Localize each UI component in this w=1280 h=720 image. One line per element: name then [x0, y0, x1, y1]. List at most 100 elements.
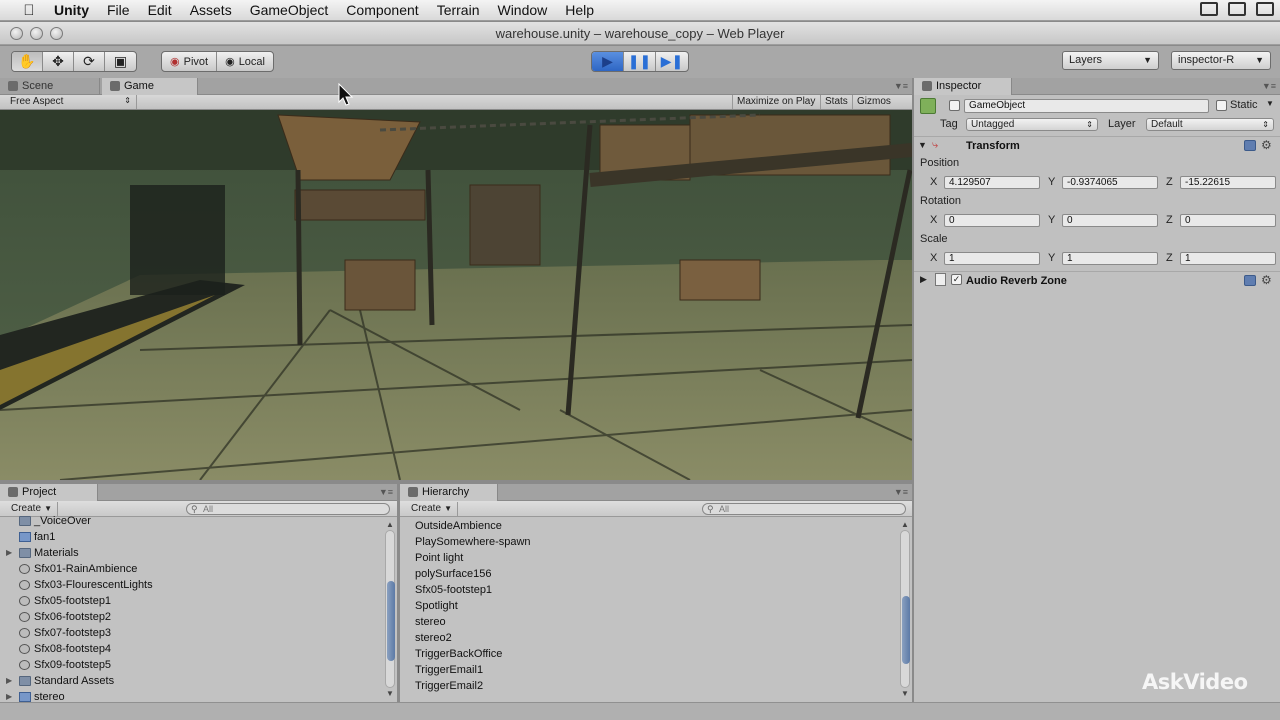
scale-y-field[interactable]: 1 — [1062, 252, 1158, 265]
scroll-thumb[interactable] — [902, 596, 910, 664]
stats-toggle[interactable]: Stats — [820, 95, 852, 109]
hierarchy-item[interactable]: Sfx05-footstep1 — [400, 582, 898, 598]
hierarchy-item[interactable]: TriggerEmail2 — [400, 678, 898, 694]
project-item[interactable]: ▶ Standard Assets — [0, 673, 383, 689]
scroll-track[interactable] — [385, 530, 395, 688]
move-tool-button[interactable]: ✥ — [43, 52, 74, 71]
rotate-tool-button[interactable]: ⟳ — [74, 52, 105, 71]
gear-icon[interactable]: ⚙ — [1261, 138, 1272, 152]
menu-assets[interactable]: Assets — [181, 0, 241, 21]
step-button[interactable]: ▶❚ — [656, 52, 688, 71]
project-item[interactable]: Sfx06-footstep2 — [0, 609, 383, 625]
menu-help[interactable]: Help — [556, 0, 603, 21]
project-item[interactable]: fan1 — [0, 529, 383, 545]
fold-right-icon[interactable]: ▶ — [920, 274, 927, 285]
help-book-icon[interactable] — [1244, 275, 1256, 286]
project-item[interactable]: Sfx03-FlourescentLights — [0, 577, 383, 593]
menu-window[interactable]: Window — [488, 0, 556, 21]
menu-edit[interactable]: Edit — [139, 0, 181, 21]
hierarchy-item[interactable]: PlaySomewhere-spawn — [400, 534, 898, 550]
menu-gameobject[interactable]: GameObject — [241, 0, 338, 21]
gear-icon[interactable]: ⚙ — [1261, 273, 1272, 287]
screen-icon[interactable] — [1200, 2, 1218, 16]
hierarchy-item[interactable]: Point light — [400, 550, 898, 566]
chevron-down-icon[interactable]: ▼ — [1266, 99, 1274, 108]
hierarchy-item[interactable]: polySurface156 — [400, 566, 898, 582]
rotation-y-field[interactable]: 0 — [1062, 214, 1158, 227]
display-icon[interactable] — [1256, 2, 1274, 16]
scroll-thumb[interactable] — [387, 581, 395, 661]
audio-reverb-header[interactable]: ▶ ✓ Audio Reverb Zone ⚙ — [914, 271, 1280, 289]
panel-menu-icon[interactable]: ▼≡ — [894, 487, 908, 497]
apple-icon[interactable]:  — [20, 2, 38, 19]
scroll-down-icon[interactable]: ▼ — [900, 689, 910, 698]
transform-header[interactable]: ▼ ⤷ Transform ⚙ — [914, 136, 1280, 154]
project-item[interactable]: Sfx08-footstep4 — [0, 641, 383, 657]
hierarchy-item[interactable]: TriggerEmail1 — [400, 662, 898, 678]
project-item[interactable]: _VoiceOver — [0, 513, 383, 529]
help-book-icon[interactable] — [1244, 140, 1256, 151]
maximize-on-play-toggle[interactable]: Maximize on Play — [732, 95, 819, 109]
hierarchy-create-dropdown[interactable]: Create ▼ — [404, 502, 459, 516]
play-button[interactable]: ▶ — [592, 52, 624, 71]
project-item[interactable]: Sfx01-RainAmbience — [0, 561, 383, 577]
tab-hierarchy[interactable]: Hierarchy — [400, 484, 498, 501]
pivot-button[interactable]: ◉ Pivot — [162, 52, 218, 71]
fold-right-icon[interactable]: ▶ — [6, 545, 12, 561]
gameobject-active-checkbox[interactable] — [949, 100, 960, 111]
hierarchy-item[interactable]: OutsideAmbience — [400, 518, 898, 534]
scale-z-field[interactable]: 1 — [1180, 252, 1276, 265]
rotation-z-field[interactable]: 0 — [1180, 214, 1276, 227]
tab-project[interactable]: Project — [0, 484, 98, 501]
camera-icon[interactable] — [1228, 2, 1246, 16]
fold-down-icon[interactable]: ▼ — [918, 140, 927, 150]
hand-tool-button[interactable]: ✋ — [12, 52, 43, 71]
project-scrollbar[interactable]: ▲ ▼ — [385, 520, 395, 698]
hierarchy-scrollbar[interactable]: ▲ ▼ — [900, 520, 910, 698]
tab-game[interactable]: Game — [102, 78, 198, 95]
game-viewport[interactable] — [0, 110, 912, 480]
hierarchy-item[interactable]: stereo2 — [400, 630, 898, 646]
local-button[interactable]: ◉ Local — [217, 52, 273, 71]
aspect-dropdown[interactable]: Free Aspect ⇕ — [0, 95, 137, 109]
project-item[interactable]: Sfx09-footstep5 — [0, 657, 383, 673]
scale-x-field[interactable]: 1 — [944, 252, 1040, 265]
panel-menu-icon[interactable]: ▼≡ — [379, 487, 393, 497]
project-item[interactable]: Sfx07-footstep3 — [0, 625, 383, 641]
project-item[interactable]: ▶ Materials — [0, 545, 383, 561]
hierarchy-item[interactable]: stereo — [400, 614, 898, 630]
scroll-up-icon[interactable]: ▲ — [900, 520, 910, 529]
pause-button[interactable]: ❚❚ — [624, 52, 656, 71]
position-x-field[interactable]: 4.129507 — [944, 176, 1040, 189]
fold-right-icon[interactable]: ▶ — [6, 673, 12, 689]
layout-dropdown[interactable]: inspector-R ▼ — [1171, 51, 1271, 70]
panel-menu-icon[interactable]: ▼≡ — [1262, 81, 1276, 91]
menu-component[interactable]: Component — [337, 0, 427, 21]
gameobject-name-field[interactable]: GameObject — [964, 99, 1209, 113]
rotation-x-field[interactable]: 0 — [944, 214, 1040, 227]
scroll-up-icon[interactable]: ▲ — [385, 520, 395, 529]
scale-tool-button[interactable]: ▣ — [105, 52, 136, 71]
layer-dropdown[interactable]: Default ⇕ — [1146, 118, 1274, 131]
project-item[interactable]: ▶ stereo — [0, 689, 383, 702]
static-checkbox[interactable] — [1216, 100, 1227, 111]
project-item[interactable]: Sfx05-footstep1 — [0, 593, 383, 609]
panel-menu-icon[interactable]: ▼≡ — [894, 81, 908, 91]
menu-file[interactable]: File — [98, 0, 139, 21]
tab-scene[interactable]: Scene — [0, 78, 100, 95]
hierarchy-item[interactable]: TriggerBackOffice — [400, 646, 898, 662]
hierarchy-search-input[interactable]: ⚲ All — [702, 503, 906, 515]
audio-reverb-enabled-checkbox[interactable]: ✓ — [951, 274, 962, 285]
position-y-field[interactable]: -0.9374065 — [1062, 176, 1158, 189]
tab-inspector[interactable]: Inspector — [914, 78, 1012, 95]
menu-terrain[interactable]: Terrain — [428, 0, 489, 21]
menu-app[interactable]: Unity — [50, 0, 98, 21]
layers-dropdown[interactable]: Layers ▼ — [1062, 51, 1159, 70]
scroll-track[interactable] — [900, 530, 910, 688]
hierarchy-item[interactable]: Spotlight — [400, 598, 898, 614]
fold-right-icon[interactable]: ▶ — [6, 689, 12, 702]
gizmos-toggle[interactable]: Gizmos — [852, 95, 895, 109]
position-z-field[interactable]: -15.22615 — [1180, 176, 1276, 189]
scroll-down-icon[interactable]: ▼ — [385, 689, 395, 698]
tag-dropdown[interactable]: Untagged ⇕ — [966, 118, 1098, 131]
